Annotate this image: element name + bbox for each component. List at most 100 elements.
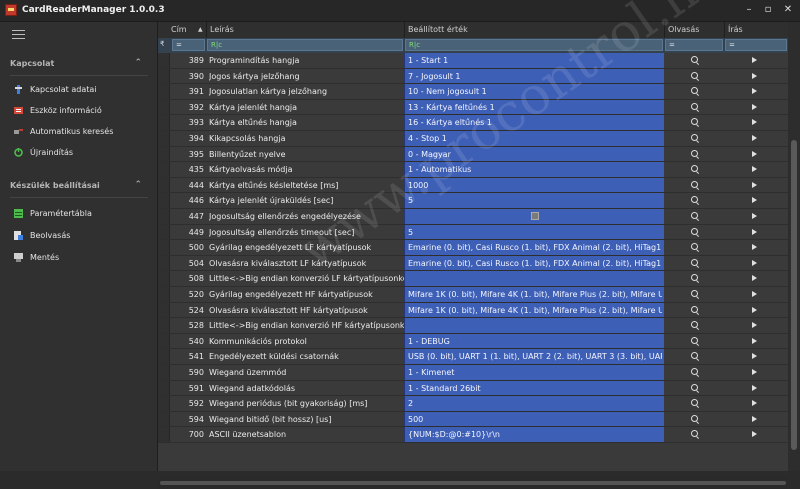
read-button[interactable]: [664, 178, 724, 193]
write-button[interactable]: [724, 318, 788, 333]
write-button[interactable]: [724, 349, 788, 364]
row-header[interactable]: [158, 177, 170, 193]
write-button[interactable]: [724, 178, 788, 193]
row-header[interactable]: [158, 396, 170, 411]
cell-value[interactable]: [404, 318, 664, 333]
chevron-up-icon[interactable]: ⌃: [134, 58, 142, 68]
read-button[interactable]: [664, 131, 724, 146]
read-button[interactable]: [664, 396, 724, 411]
section-device-settings-header[interactable]: Készülék beállításai ⌃: [0, 178, 157, 196]
row-header[interactable]: [158, 131, 170, 146]
read-button[interactable]: [664, 427, 724, 442]
section-connection-header[interactable]: Kapcsolat ⌃: [0, 56, 157, 74]
row-header[interactable]: [158, 162, 170, 177]
row-header[interactable]: [158, 333, 170, 349]
row-header[interactable]: [158, 193, 170, 208]
write-button[interactable]: [724, 84, 788, 99]
table-row[interactable]: 444 Kártya eltűnés késleltetése [ms] 1000: [158, 177, 788, 194]
close-button[interactable]: ✕: [780, 3, 796, 17]
sidebar-item-parameter-table[interactable]: Paramétertábla: [0, 204, 157, 224]
write-button[interactable]: [724, 427, 788, 442]
filter-read-input[interactable]: =: [665, 39, 723, 51]
read-button[interactable]: [664, 334, 724, 349]
read-button[interactable]: [664, 69, 724, 84]
row-header[interactable]: [158, 365, 170, 380]
column-header-id[interactable]: Cím: [171, 25, 187, 34]
row-header[interactable]: [158, 53, 170, 68]
table-row[interactable]: 447 Jogosultság ellenőrzés engedélyezése: [158, 209, 788, 225]
horizontal-scrollbar[interactable]: [158, 477, 788, 489]
cell-value[interactable]: 5: [404, 224, 664, 240]
cell-value[interactable]: [404, 209, 664, 224]
write-button[interactable]: [724, 256, 788, 271]
read-button[interactable]: [664, 303, 724, 318]
read-button[interactable]: [664, 100, 724, 115]
table-row[interactable]: 520 Gyárilag engedélyezett HF kártyatípus…: [158, 287, 788, 303]
cell-value[interactable]: {NUM:$D:@0:#10}\r\n: [404, 427, 664, 442]
table-row[interactable]: 592 Wiegand periódus (bit gyakoriság) [ms…: [158, 396, 788, 412]
row-header[interactable]: [158, 224, 170, 240]
table-row[interactable]: 590 Wiegand üzemmód 1 - Kimenet: [158, 365, 788, 381]
row-header[interactable]: [158, 427, 170, 442]
read-button[interactable]: [664, 318, 724, 333]
row-header[interactable]: [158, 318, 170, 333]
row-header[interactable]: [158, 99, 170, 115]
write-button[interactable]: [724, 412, 788, 427]
write-button[interactable]: [724, 209, 788, 224]
cell-value[interactable]: Mifare 1K (0. bit), Mifare 4K (1. bit), …: [404, 302, 664, 318]
row-header[interactable]: [158, 68, 170, 84]
table-row[interactable]: 389 Programindítás hangja 1 - Start 1: [158, 53, 788, 69]
table-row[interactable]: 504 Olvasásra kiválasztott LF kártyatípus…: [158, 255, 788, 272]
write-button[interactable]: [724, 240, 788, 255]
table-row[interactable]: 540 Kommunikációs protokol 1 - DEBUG: [158, 333, 788, 350]
read-button[interactable]: [664, 287, 724, 302]
read-button[interactable]: [664, 209, 724, 224]
write-button[interactable]: [724, 147, 788, 162]
column-header-description[interactable]: Leírás: [210, 25, 234, 34]
read-button[interactable]: [664, 271, 724, 286]
filter-write-input[interactable]: =: [725, 39, 787, 51]
write-button[interactable]: [724, 381, 788, 396]
row-header[interactable]: [158, 380, 170, 396]
row-header[interactable]: [158, 271, 170, 286]
read-button[interactable]: [664, 365, 724, 380]
row-header[interactable]: [158, 302, 170, 318]
row-header[interactable]: [158, 411, 170, 427]
read-button[interactable]: [664, 115, 724, 130]
sidebar-item-auto-search[interactable]: Automatikus keresés: [0, 122, 157, 142]
write-button[interactable]: [724, 193, 788, 208]
write-button[interactable]: [724, 115, 788, 130]
table-row[interactable]: 390 Jogos kártya jelzőhang 7 - Jogosult 1: [158, 68, 788, 85]
sidebar-item-read[interactable]: Beolvasás: [0, 226, 157, 246]
hamburger-menu-icon[interactable]: [12, 30, 25, 39]
table-row[interactable]: 594 Wiegand bitidő (bit hossz) [us] 500: [158, 411, 788, 428]
write-button[interactable]: [724, 271, 788, 286]
read-button[interactable]: [664, 225, 724, 240]
column-header-write[interactable]: Írás: [728, 25, 743, 34]
write-button[interactable]: [724, 287, 788, 302]
row-header[interactable]: [158, 115, 170, 130]
cell-value[interactable]: 1 - Kimenet: [404, 365, 664, 380]
read-button[interactable]: [664, 84, 724, 99]
write-button[interactable]: [724, 162, 788, 177]
table-row[interactable]: 508 Little<->Big endian konverzió LF kárt…: [158, 271, 788, 287]
chevron-up-icon[interactable]: ⌃: [134, 180, 142, 190]
row-header[interactable]: [158, 255, 170, 271]
scrollbar-thumb[interactable]: [791, 140, 797, 450]
table-row[interactable]: 446 Kártya jelenlét újraküldés [sec] 5: [158, 193, 788, 209]
minimize-button[interactable]: –: [741, 3, 757, 17]
table-row[interactable]: 591 Wiegand adatkódolás 1 - Standard 26bit: [158, 380, 788, 397]
write-button[interactable]: [724, 131, 788, 146]
sidebar-item-device-info[interactable]: Eszköz információ: [0, 101, 157, 121]
maximize-button[interactable]: ▫: [760, 3, 776, 17]
cell-value[interactable]: Emarine (0. bit), Casi Rusco (1. bit), F…: [404, 255, 664, 271]
read-button[interactable]: [664, 162, 724, 177]
table-row[interactable]: 528 Little<->Big endian konverzió HF kárt…: [158, 318, 788, 334]
read-button[interactable]: [664, 381, 724, 396]
write-button[interactable]: [724, 365, 788, 380]
row-header[interactable]: [158, 146, 170, 162]
cell-value[interactable]: 2: [404, 396, 664, 411]
read-button[interactable]: [664, 193, 724, 208]
cell-value[interactable]: 500: [404, 411, 664, 427]
row-header[interactable]: [158, 240, 170, 255]
